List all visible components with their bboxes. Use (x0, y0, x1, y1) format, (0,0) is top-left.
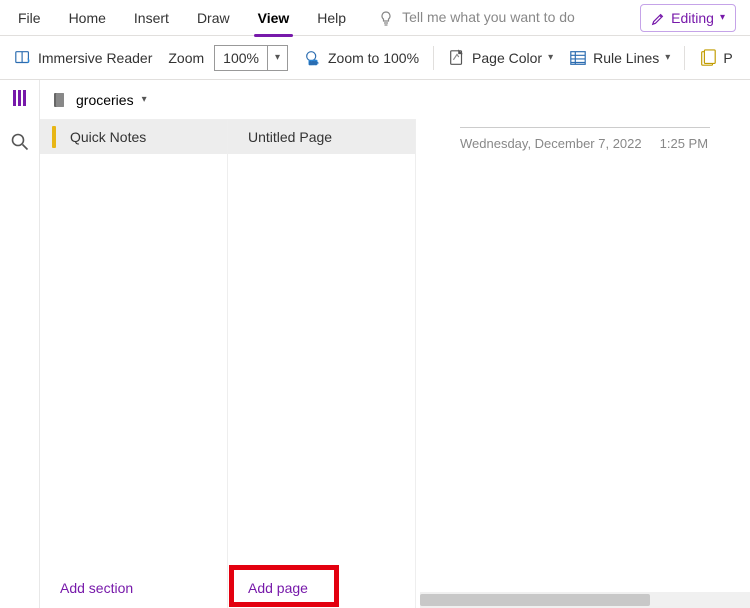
page-time: 1:25 PM (660, 136, 708, 151)
sections-empty-area (40, 154, 227, 568)
lightbulb-icon (378, 9, 394, 26)
tell-me-placeholder: Tell me what you want to do (402, 9, 575, 25)
tab-home[interactable]: Home (55, 0, 120, 36)
sections-column: Quick Notes Add section (40, 120, 228, 608)
page-date: Wednesday, December 7, 2022 (460, 136, 642, 151)
pencil-icon (651, 9, 665, 25)
pages-column: Untitled Page Add page (228, 120, 416, 608)
paper-size-icon (699, 48, 717, 66)
zoom-100-label: Zoom to 100% (328, 50, 419, 66)
immersive-reader-icon (14, 48, 32, 66)
navigation-toggle-icon[interactable] (10, 88, 30, 108)
rule-lines-label: Rule Lines (593, 50, 659, 66)
ribbon-separator (684, 46, 685, 70)
tab-draw[interactable]: Draw (183, 0, 244, 36)
page-label: Untitled Page (248, 129, 332, 145)
chevron-down-icon: ▾ (275, 52, 280, 63)
zoom-value: 100% (215, 50, 267, 66)
immersive-reader-button[interactable]: Immersive Reader (6, 36, 160, 80)
page-item-active[interactable]: Untitled Page (228, 120, 415, 154)
zoom-label: Zoom (168, 50, 204, 66)
page-date-row: Wednesday, December 7, 2022 1:25 PM (460, 136, 750, 151)
zoom-group: Zoom 100% ▾ (160, 36, 296, 80)
add-page-button[interactable]: Add page (228, 568, 415, 608)
page-title-input[interactable] (460, 100, 710, 128)
paper-size-label-partial: P (723, 50, 732, 66)
section-color-tab (52, 126, 56, 148)
notebook-picker[interactable]: groceries ▾ (40, 80, 416, 120)
horizontal-scrollbar[interactable] (420, 592, 750, 608)
page-color-label: Page Color (472, 50, 542, 66)
navigation-panel: groceries ▾ Quick Notes Add section Unti… (40, 80, 416, 608)
chevron-down-icon: ▾ (665, 52, 670, 63)
chevron-down-icon: ▾ (720, 12, 725, 23)
page-color-button[interactable]: Page Color ▾ (440, 36, 561, 80)
section-label: Quick Notes (70, 129, 146, 145)
editing-mode-button[interactable]: Editing ▾ (640, 4, 736, 32)
lists-row: Quick Notes Add section Untitled Page Ad… (40, 120, 416, 608)
chevron-down-icon: ▾ (142, 94, 147, 105)
svg-text:100: 100 (309, 60, 317, 65)
notebook-name: groceries (76, 92, 134, 108)
tab-file[interactable]: File (4, 0, 55, 36)
chevron-down-icon: ▾ (548, 52, 553, 63)
notebook-icon (52, 91, 68, 108)
tab-view[interactable]: View (244, 0, 304, 36)
ribbon-separator (433, 46, 434, 70)
tab-insert[interactable]: Insert (120, 0, 183, 36)
immersive-reader-label: Immersive Reader (38, 50, 152, 66)
editing-label: Editing (671, 10, 714, 26)
body-area: groceries ▾ Quick Notes Add section Unti… (0, 80, 750, 608)
page-color-icon (448, 48, 466, 66)
ribbon: Immersive Reader Zoom 100% ▾ 100 Zoom to… (0, 36, 750, 80)
zoom-dropdown[interactable]: ▾ (267, 46, 287, 70)
menu-tabs: File Home Insert Draw View Help Tell me … (0, 0, 750, 36)
paper-size-button[interactable]: P (691, 36, 732, 80)
left-rail (0, 80, 40, 608)
scrollbar-thumb[interactable] (420, 594, 650, 606)
page-canvas[interactable]: Wednesday, December 7, 2022 1:25 PM (416, 80, 750, 608)
rule-lines-button[interactable]: Rule Lines ▾ (561, 36, 678, 80)
pages-empty-area (228, 154, 415, 568)
search-icon[interactable] (10, 132, 30, 152)
add-section-button[interactable]: Add section (40, 568, 227, 608)
zoom-100-icon: 100 (304, 48, 322, 66)
section-item-active[interactable]: Quick Notes (40, 120, 227, 154)
tell-me-search[interactable]: Tell me what you want to do (360, 9, 640, 26)
zoom-100-button[interactable]: 100 Zoom to 100% (296, 36, 427, 80)
tab-help[interactable]: Help (303, 0, 360, 36)
rule-lines-icon (569, 48, 587, 66)
zoom-combo[interactable]: 100% ▾ (214, 45, 288, 71)
